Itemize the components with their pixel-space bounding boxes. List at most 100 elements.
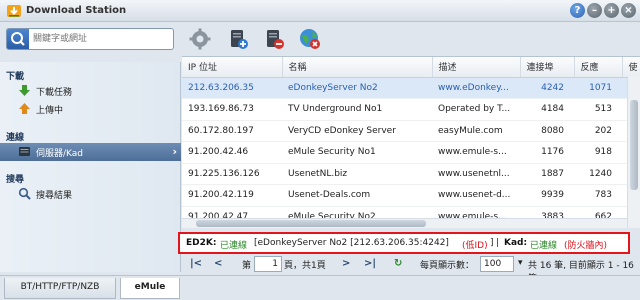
magnifier-icon <box>18 187 31 200</box>
cell-port: 1887 <box>520 163 574 185</box>
sidebar-item-uploading[interactable]: 上傳中 <box>0 100 181 118</box>
sidebar-item-label: 伺服器/Kad <box>36 149 84 159</box>
sidebar-item-server-kad[interactable]: 伺服器/Kad › <box>0 143 181 161</box>
cell-name: Usenet-Deals.com <box>282 184 432 207</box>
sidebar-item-search-results[interactable]: 搜尋結果 <box>0 185 181 203</box>
cell-port: 4184 <box>520 98 574 121</box>
title-bar: Download Station ? – + × <box>0 0 640 22</box>
download-arrow-icon <box>19 85 30 96</box>
sidebar-item-label: 上傳中 <box>36 106 64 116</box>
column-header-response[interactable]: 反應 <box>574 57 623 78</box>
kad-firewall-status: (防火牆內) <box>564 241 608 251</box>
column-header-users[interactable]: 使 <box>622 57 640 78</box>
disconnect-globe-icon[interactable] <box>298 27 322 51</box>
cell-response: 1240 <box>574 163 622 185</box>
page-suffix: 頁，共1頁 <box>284 261 326 271</box>
cell-response: 918 <box>574 141 622 164</box>
cell-name: eDonkeyServer No2 <box>282 77 432 99</box>
remove-server-icon[interactable] <box>262 27 286 51</box>
cell-port: 4242 <box>520 77 574 99</box>
cell-description: www.eDonkey... <box>432 77 520 99</box>
cell-port: 8080 <box>520 120 574 142</box>
vertical-scrollbar[interactable] <box>627 76 640 228</box>
page-prefix: 第 <box>242 261 252 271</box>
server-icon <box>19 147 30 156</box>
cell-port: 1176 <box>520 141 574 164</box>
sidebar-item-download-tasks[interactable]: 下載任務 <box>0 82 181 100</box>
app-title: Download Station <box>26 5 127 16</box>
ed2k-state: 已連線 <box>220 241 248 251</box>
pagination-bar: |< < 第 1 頁，共1頁 > >| ↻ 每頁顯示數： 100 ▾ 共 16 … <box>182 256 640 284</box>
minimize-button[interactable]: – <box>587 3 602 18</box>
search-box[interactable] <box>6 28 174 50</box>
sidebar-item-label: 下載任務 <box>36 88 73 98</box>
cell-name: eMule Security No1 <box>282 141 432 164</box>
table-header-row: IP 位址 名稱 描述 連接埠 反應 使 <box>182 57 640 78</box>
cell-response: 1071 <box>574 77 622 99</box>
cell-ip: 91.200.42.46 <box>182 141 282 164</box>
table-row[interactable]: 193.169.86.73 TV Underground No1 Operated … <box>182 98 640 121</box>
ed2k-close-bracket: ] <box>490 238 494 248</box>
section-title-connection: 連線 <box>6 133 25 143</box>
sidebar: 下載 下載任務 上傳中 連線 伺服器/Kad › 搜尋 搜尋結果 <box>0 62 181 272</box>
server-table: IP 位址 名稱 描述 連接埠 反應 使 212.63.206.35 eDonke… <box>182 56 640 228</box>
close-button[interactable]: × <box>621 3 636 18</box>
settings-gear-icon[interactable] <box>188 27 212 51</box>
last-page-button[interactable]: >| <box>364 258 376 269</box>
cell-response: 783 <box>574 184 622 207</box>
chevron-right-icon: › <box>172 145 177 158</box>
prev-page-button[interactable]: < <box>214 258 222 269</box>
cell-name: TV Underground No1 <box>282 98 432 121</box>
connection-status-bar: ED2K: 已連線 [eDonkeyServer No2 [212.63.206… <box>178 232 630 254</box>
help-button[interactable]: ? <box>570 3 585 18</box>
column-header-name[interactable]: 名稱 <box>282 57 433 78</box>
kad-label: Kad: <box>504 238 528 248</box>
table-row[interactable]: 212.63.206.35 eDonkeyServer No2 www.eDonke… <box>182 77 640 99</box>
next-page-button[interactable]: > <box>342 258 350 269</box>
column-header-description[interactable]: 描述 <box>432 57 521 78</box>
ed2k-id-status: (低ID) <box>462 241 488 251</box>
cell-ip: 212.63.206.35 <box>182 77 282 99</box>
maximize-button[interactable]: + <box>604 3 619 18</box>
ed2k-server: [eDonkeyServer No2 [212.63.206.35:4242] <box>254 238 449 248</box>
sidebar-item-label: 搜尋結果 <box>36 191 73 201</box>
cell-name: UsenetNL.biz <box>282 163 432 185</box>
horizontal-scroll-thumb[interactable] <box>196 220 426 227</box>
status-divider: | <box>496 238 500 248</box>
cell-response: 202 <box>574 120 622 142</box>
refresh-icon[interactable]: ↻ <box>394 258 402 269</box>
download-station-logo-icon <box>7 5 21 17</box>
table-row[interactable]: 60.172.80.197 VeryCD eDonkey Server easyMu… <box>182 120 640 142</box>
chevron-down-icon: ▾ <box>518 258 523 268</box>
search-icon[interactable] <box>7 29 29 49</box>
table-row[interactable]: 91.225.136.126 UsenetNL.biz www.usenetnl..… <box>182 163 640 185</box>
cell-name: VeryCD eDonkey Server <box>282 120 432 142</box>
table-row[interactable]: 91.200.42.119 Usenet-Deals.com www.usenet-… <box>182 184 640 207</box>
section-title-download: 下載 <box>6 72 25 82</box>
kad-state: 已連線 <box>530 241 558 251</box>
column-header-ip[interactable]: IP 位址 <box>182 57 283 78</box>
per-page-label: 每頁顯示數： <box>420 261 475 271</box>
tab-bt-http-ftp-nzb[interactable]: BT/HTTP/FTP/NZB <box>4 278 116 299</box>
column-header-port[interactable]: 連接埠 <box>520 57 575 78</box>
page-number-input[interactable]: 1 <box>254 256 282 272</box>
first-page-button[interactable]: |< <box>190 258 202 269</box>
horizontal-scrollbar[interactable] <box>182 218 627 228</box>
cell-ip: 60.172.80.197 <box>182 120 282 142</box>
add-server-icon[interactable] <box>226 27 250 51</box>
tab-bar: BT/HTTP/FTP/NZB eMule <box>0 275 640 300</box>
search-input[interactable] <box>33 31 171 47</box>
cell-description: easyMule.com <box>432 120 520 142</box>
tab-emule[interactable]: eMule <box>120 278 180 299</box>
vertical-scroll-thumb[interactable] <box>630 100 638 190</box>
cell-ip: 91.225.136.126 <box>182 163 282 185</box>
per-page-select[interactable]: 100 <box>480 256 514 272</box>
upload-arrow-icon <box>19 103 30 114</box>
cell-ip: 91.200.42.119 <box>182 184 282 207</box>
cell-description: Operated by T... <box>432 98 520 121</box>
cell-description: www.usenet-d... <box>432 184 520 207</box>
cell-response: 513 <box>574 98 622 121</box>
cell-port: 9939 <box>520 184 574 207</box>
cell-description: www.usenetnl... <box>432 163 520 185</box>
table-row[interactable]: 91.200.42.46 eMule Security No1 www.emule-… <box>182 141 640 164</box>
